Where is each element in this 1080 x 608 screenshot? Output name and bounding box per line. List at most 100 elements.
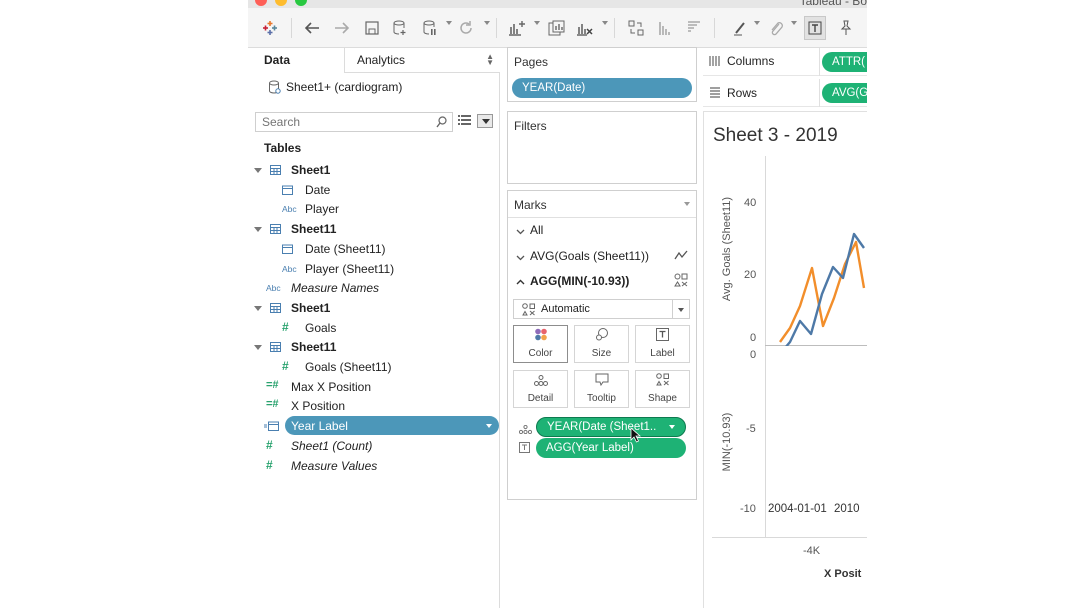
marks-card-avg-goals[interactable]: AVG(Goals (Sheet11)) (508, 244, 696, 266)
chevron-down-icon[interactable] (254, 168, 262, 173)
tree-item-label: Sheet11 (291, 340, 337, 355)
line-mark-icon (674, 249, 688, 263)
tree-field-row[interactable]: Date (248, 180, 500, 200)
pause-updates-icon[interactable] (420, 16, 440, 40)
shape-button[interactable]: Shape (635, 370, 690, 408)
chevron-down-icon[interactable] (254, 345, 262, 351)
marks-card-agg-min-label: AGG(MIN(-10.93)) (530, 274, 630, 288)
tree-field-row[interactable]: # Goals (248, 318, 500, 338)
tree-item-label: Date (305, 182, 331, 197)
upper-axis-title: Avg. Goals (Sheet11) (721, 196, 733, 302)
tree-field-row[interactable]: =# X Position (248, 396, 500, 416)
chevron-down-icon[interactable] (486, 424, 492, 429)
tree-field-row[interactable]: =# Max X Position (248, 377, 500, 397)
sheet-canvas: Sheet 3 - 2019 Avg. Goals (Sheet11) MIN(… (703, 111, 867, 608)
tree-table-row[interactable]: Sheet11 (248, 337, 500, 357)
tree-item-label: Max X Position (291, 379, 372, 394)
tree-field-row[interactable]: Abc Player (Sheet11) (248, 259, 500, 279)
highlight-icon[interactable] (730, 16, 750, 40)
tooltip-button-label: Tooltip (587, 393, 616, 404)
annotate-icon[interactable] (766, 16, 786, 40)
calendar-icon (282, 244, 293, 257)
detail-icon (533, 375, 548, 389)
marks-menu-icon[interactable] (684, 202, 690, 206)
rows-pill[interactable]: AVG(G (822, 83, 867, 103)
tree-item-label: Date (Sheet11) (305, 241, 386, 256)
tableau-logo-icon[interactable] (260, 16, 280, 40)
marks-card-agg-min[interactable]: AGG(MIN(-10.93)) (508, 269, 696, 291)
filters-shelf[interactable]: Filters (507, 111, 697, 184)
x-axis-title: X Posit (824, 568, 862, 580)
tree-field-row[interactable]: # Goals (Sheet11) (248, 357, 500, 377)
new-datasource-icon[interactable] (390, 16, 410, 40)
tree-item-label: Sheet1 (291, 300, 331, 315)
datasource-name[interactable]: Sheet1+ (cardiogram) (286, 80, 402, 94)
label-button[interactable]: Label (635, 325, 690, 363)
sort-desc-icon[interactable] (684, 16, 704, 40)
detail-pill[interactable]: YEAR(Date (Sheet1.. (536, 417, 686, 437)
label-pill[interactable]: AGG(Year Label) (536, 438, 686, 458)
tree-item-label: Year Label (291, 419, 348, 434)
tableau-window: Tableau - Bo Data Analytics ▲ ▼ Sheet1+ … (248, 0, 867, 608)
show-mark-labels-icon[interactable] (804, 16, 826, 40)
chevron-down-icon[interactable] (254, 305, 262, 311)
rows-shelf[interactable]: Rows AVG(G (703, 79, 867, 107)
date-label: 2004-01-01 (768, 503, 827, 515)
search-icon[interactable] (436, 116, 447, 131)
search-input[interactable] (256, 113, 432, 131)
tree-table-row[interactable]: Sheet11 (248, 219, 500, 239)
forward-icon[interactable] (332, 16, 352, 40)
lower-axis-title: MIN(-10.93) (721, 412, 733, 472)
sheet-title: Sheet 3 - 2019 (713, 125, 838, 146)
chevron-down-icon[interactable] (254, 227, 262, 233)
pin-icon[interactable] (836, 16, 856, 40)
columns-pill[interactable]: ATTR( (822, 52, 867, 72)
minimize-window-button[interactable] (275, 0, 287, 6)
chevron-down-icon[interactable] (669, 425, 675, 429)
marks-all-row[interactable]: All (508, 219, 696, 241)
marks-title: Marks (514, 198, 547, 212)
tree-item-label: Player (Sheet11) (305, 261, 395, 276)
detail-button[interactable]: Detail (513, 370, 568, 408)
pages-pill[interactable]: YEAR(Date) (512, 78, 692, 98)
tree-table-row[interactable]: Sheet1 (248, 160, 500, 180)
search-box[interactable] (255, 112, 453, 132)
color-button[interactable]: Color (513, 325, 568, 363)
abc-dimension-icon: Abc (282, 263, 297, 274)
tab-data[interactable]: Data (248, 48, 344, 73)
sort-asc-icon[interactable] (656, 16, 676, 40)
tree-field-row[interactable]: Date (Sheet11) (248, 239, 500, 259)
pages-shelf[interactable]: Pages YEAR(Date) (507, 47, 697, 102)
back-icon[interactable] (302, 16, 322, 40)
measure-icon: # (266, 457, 273, 472)
tables-heading: Tables (264, 141, 302, 155)
tree-field-row[interactable]: Abc Measure Names (248, 278, 500, 298)
x-axis-tick: -4K (803, 545, 821, 557)
tree-field-row[interactable]: Year Label (248, 416, 500, 436)
tab-analytics[interactable]: Analytics ▲ ▼ (344, 48, 500, 73)
tree-field-row[interactable]: # Sheet1 (Count) (248, 436, 500, 456)
tree-field-row[interactable]: Abc Player (248, 199, 500, 219)
save-icon[interactable] (362, 16, 382, 40)
mark-type-dropdown[interactable]: Automatic (513, 299, 690, 319)
data-pane-menu-button[interactable] (477, 114, 493, 128)
duplicate-icon[interactable] (546, 16, 568, 40)
clear-sheet-icon[interactable] (574, 16, 596, 40)
label-button-label: Label (650, 348, 675, 359)
tree-item-label: Sheet1 (Count) (291, 438, 373, 453)
tree-table-row[interactable]: Sheet1 (248, 298, 500, 318)
new-worksheet-icon[interactable] (506, 16, 528, 40)
line-chart (779, 232, 866, 346)
swap-icon[interactable] (626, 16, 646, 40)
tree-field-row[interactable]: # Measure Values (248, 456, 500, 476)
columns-shelf[interactable]: Columns ATTR( (703, 48, 867, 76)
close-window-button[interactable] (255, 0, 267, 6)
maximize-window-button[interactable] (295, 0, 307, 6)
tooltip-button[interactable]: Tooltip (574, 370, 629, 408)
size-icon (595, 328, 609, 344)
calculated-date-icon (264, 421, 279, 434)
date-label: 2010 (834, 503, 860, 515)
view-list-icon[interactable] (458, 115, 471, 129)
size-button[interactable]: Size (574, 325, 629, 363)
refresh-icon[interactable] (456, 16, 476, 40)
